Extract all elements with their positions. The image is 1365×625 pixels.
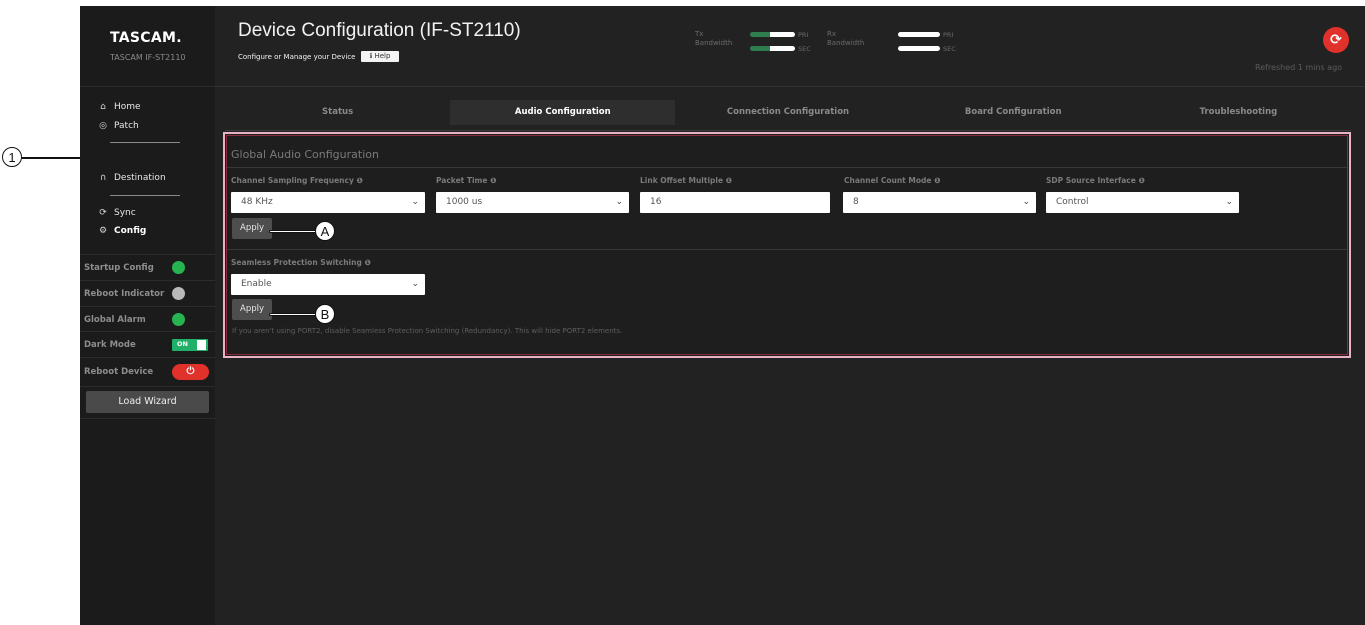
row-label: Dark Mode <box>84 339 136 350</box>
sidebar: TASCAM. TASCAM IF-ST2110 ⌂ Home ◎ Patch … <box>80 6 215 625</box>
brand: TASCAM. TASCAM IF-ST2110 <box>80 6 215 87</box>
refreshed-status: Refreshed 1 mins ago <box>1255 63 1343 72</box>
page-subtitle: Configure or Manage your Device <box>238 53 356 61</box>
tx-bandwidth-label: Tx Bandwidth <box>695 30 732 48</box>
tascam-logo: TASCAM. <box>110 30 182 46</box>
row-label: Reboot Indicator <box>84 288 165 299</box>
page-title: Device Configuration (IF-ST2110) <box>238 20 521 41</box>
nav-item-sync[interactable]: ⟳ Sync <box>98 208 136 218</box>
help-button[interactable]: ℹ Help <box>361 51 399 62</box>
nav-divider <box>110 142 180 143</box>
sync-icon: ⟳ <box>99 208 107 218</box>
tab-connection-configuration[interactable]: Connection Configuration <box>675 100 900 125</box>
callout-1: 1 <box>2 147 22 167</box>
tabs-divider <box>225 130 1351 131</box>
status-row-reboot-indicator: Reboot Indicator <box>80 280 215 306</box>
help-label: Help <box>374 52 391 60</box>
rx-sec-tag: SEC <box>943 45 956 53</box>
nav-item-config[interactable]: ⚙ Config <box>98 226 146 236</box>
refresh-icon[interactable]: ⟳ <box>1323 27 1349 53</box>
callout-b: B <box>315 304 335 324</box>
tx-sec-tag: SEC <box>798 45 811 53</box>
info-icon: ℹ <box>369 52 373 60</box>
row-label: Global Alarm <box>84 314 146 325</box>
tab-audio-configuration[interactable]: Audio Configuration <box>450 100 676 125</box>
load-wizard-button[interactable]: Load Wizard <box>86 391 209 413</box>
rx-pri-bar <box>898 32 940 37</box>
tab-troubleshooting[interactable]: Troubleshooting <box>1126 100 1351 125</box>
rx-sec-bar <box>898 46 940 51</box>
tx-pri-bar <box>750 32 795 37</box>
toggle-state: ON <box>177 339 188 348</box>
headphones-icon: ∩ <box>99 173 107 183</box>
row-label: Reboot Device <box>84 367 154 377</box>
nav-label: Sync <box>114 208 136 218</box>
nav-divider <box>110 195 180 196</box>
rx-pri-tag: PRI <box>943 31 954 39</box>
rx-label: Rx <box>827 30 837 38</box>
callout-b-leader <box>269 313 317 316</box>
status-row-reboot-device: Reboot Device ⏻ <box>80 357 215 386</box>
header-divider <box>215 86 1365 87</box>
callout-a: A <box>315 221 335 241</box>
rx-bandwidth-label: Rx Bandwidth <box>827 30 864 48</box>
app-window: TASCAM. TASCAM IF-ST2110 ⌂ Home ◎ Patch … <box>80 6 1365 625</box>
reboot-indicator-led <box>172 287 185 300</box>
nav-item-home[interactable]: ⌂ Home <box>98 102 141 112</box>
status-row-dark-mode: Dark Mode ON <box>80 331 215 357</box>
startup-config-led <box>172 261 185 274</box>
nav-label: Home <box>114 102 141 112</box>
tab-board-configuration[interactable]: Board Configuration <box>901 100 1126 125</box>
nav-label: Destination <box>114 173 166 183</box>
tab-status[interactable]: Status <box>225 100 450 125</box>
nav-item-patch[interactable]: ◎ Patch <box>98 121 139 131</box>
tx-label: Tx <box>695 30 704 38</box>
divider <box>80 418 215 419</box>
patch-icon: ◎ <box>99 121 107 131</box>
device-model: TASCAM IF-ST2110 <box>110 53 186 62</box>
status-row-global-alarm: Global Alarm <box>80 306 215 332</box>
nav-item-destination[interactable]: ∩ Destination <box>98 173 166 183</box>
nav-label: Config <box>114 226 147 236</box>
power-icon[interactable]: ⏻ <box>172 364 209 380</box>
callout-a-leader <box>269 230 317 233</box>
global-alarm-led <box>172 313 185 326</box>
toggle-knob <box>197 339 206 350</box>
dark-mode-toggle[interactable]: ON <box>172 338 208 351</box>
status-row-startup-config: Startup Config <box>80 254 215 280</box>
tx-sec-bar <box>750 46 795 51</box>
tx-pri-tag: PRI <box>798 31 809 39</box>
gear-icon: ⚙ <box>98 226 108 236</box>
row-divider <box>80 386 215 387</box>
nav-label: Patch <box>114 121 139 131</box>
bandwidth-label: Bandwidth <box>827 39 865 47</box>
tab-bar: Status Audio Configuration Connection Co… <box>225 100 1351 125</box>
row-label: Startup Config <box>84 262 154 273</box>
home-icon: ⌂ <box>100 102 106 112</box>
callout-1-frame-inner <box>226 135 1348 355</box>
bandwidth-label: Bandwidth <box>695 39 733 47</box>
